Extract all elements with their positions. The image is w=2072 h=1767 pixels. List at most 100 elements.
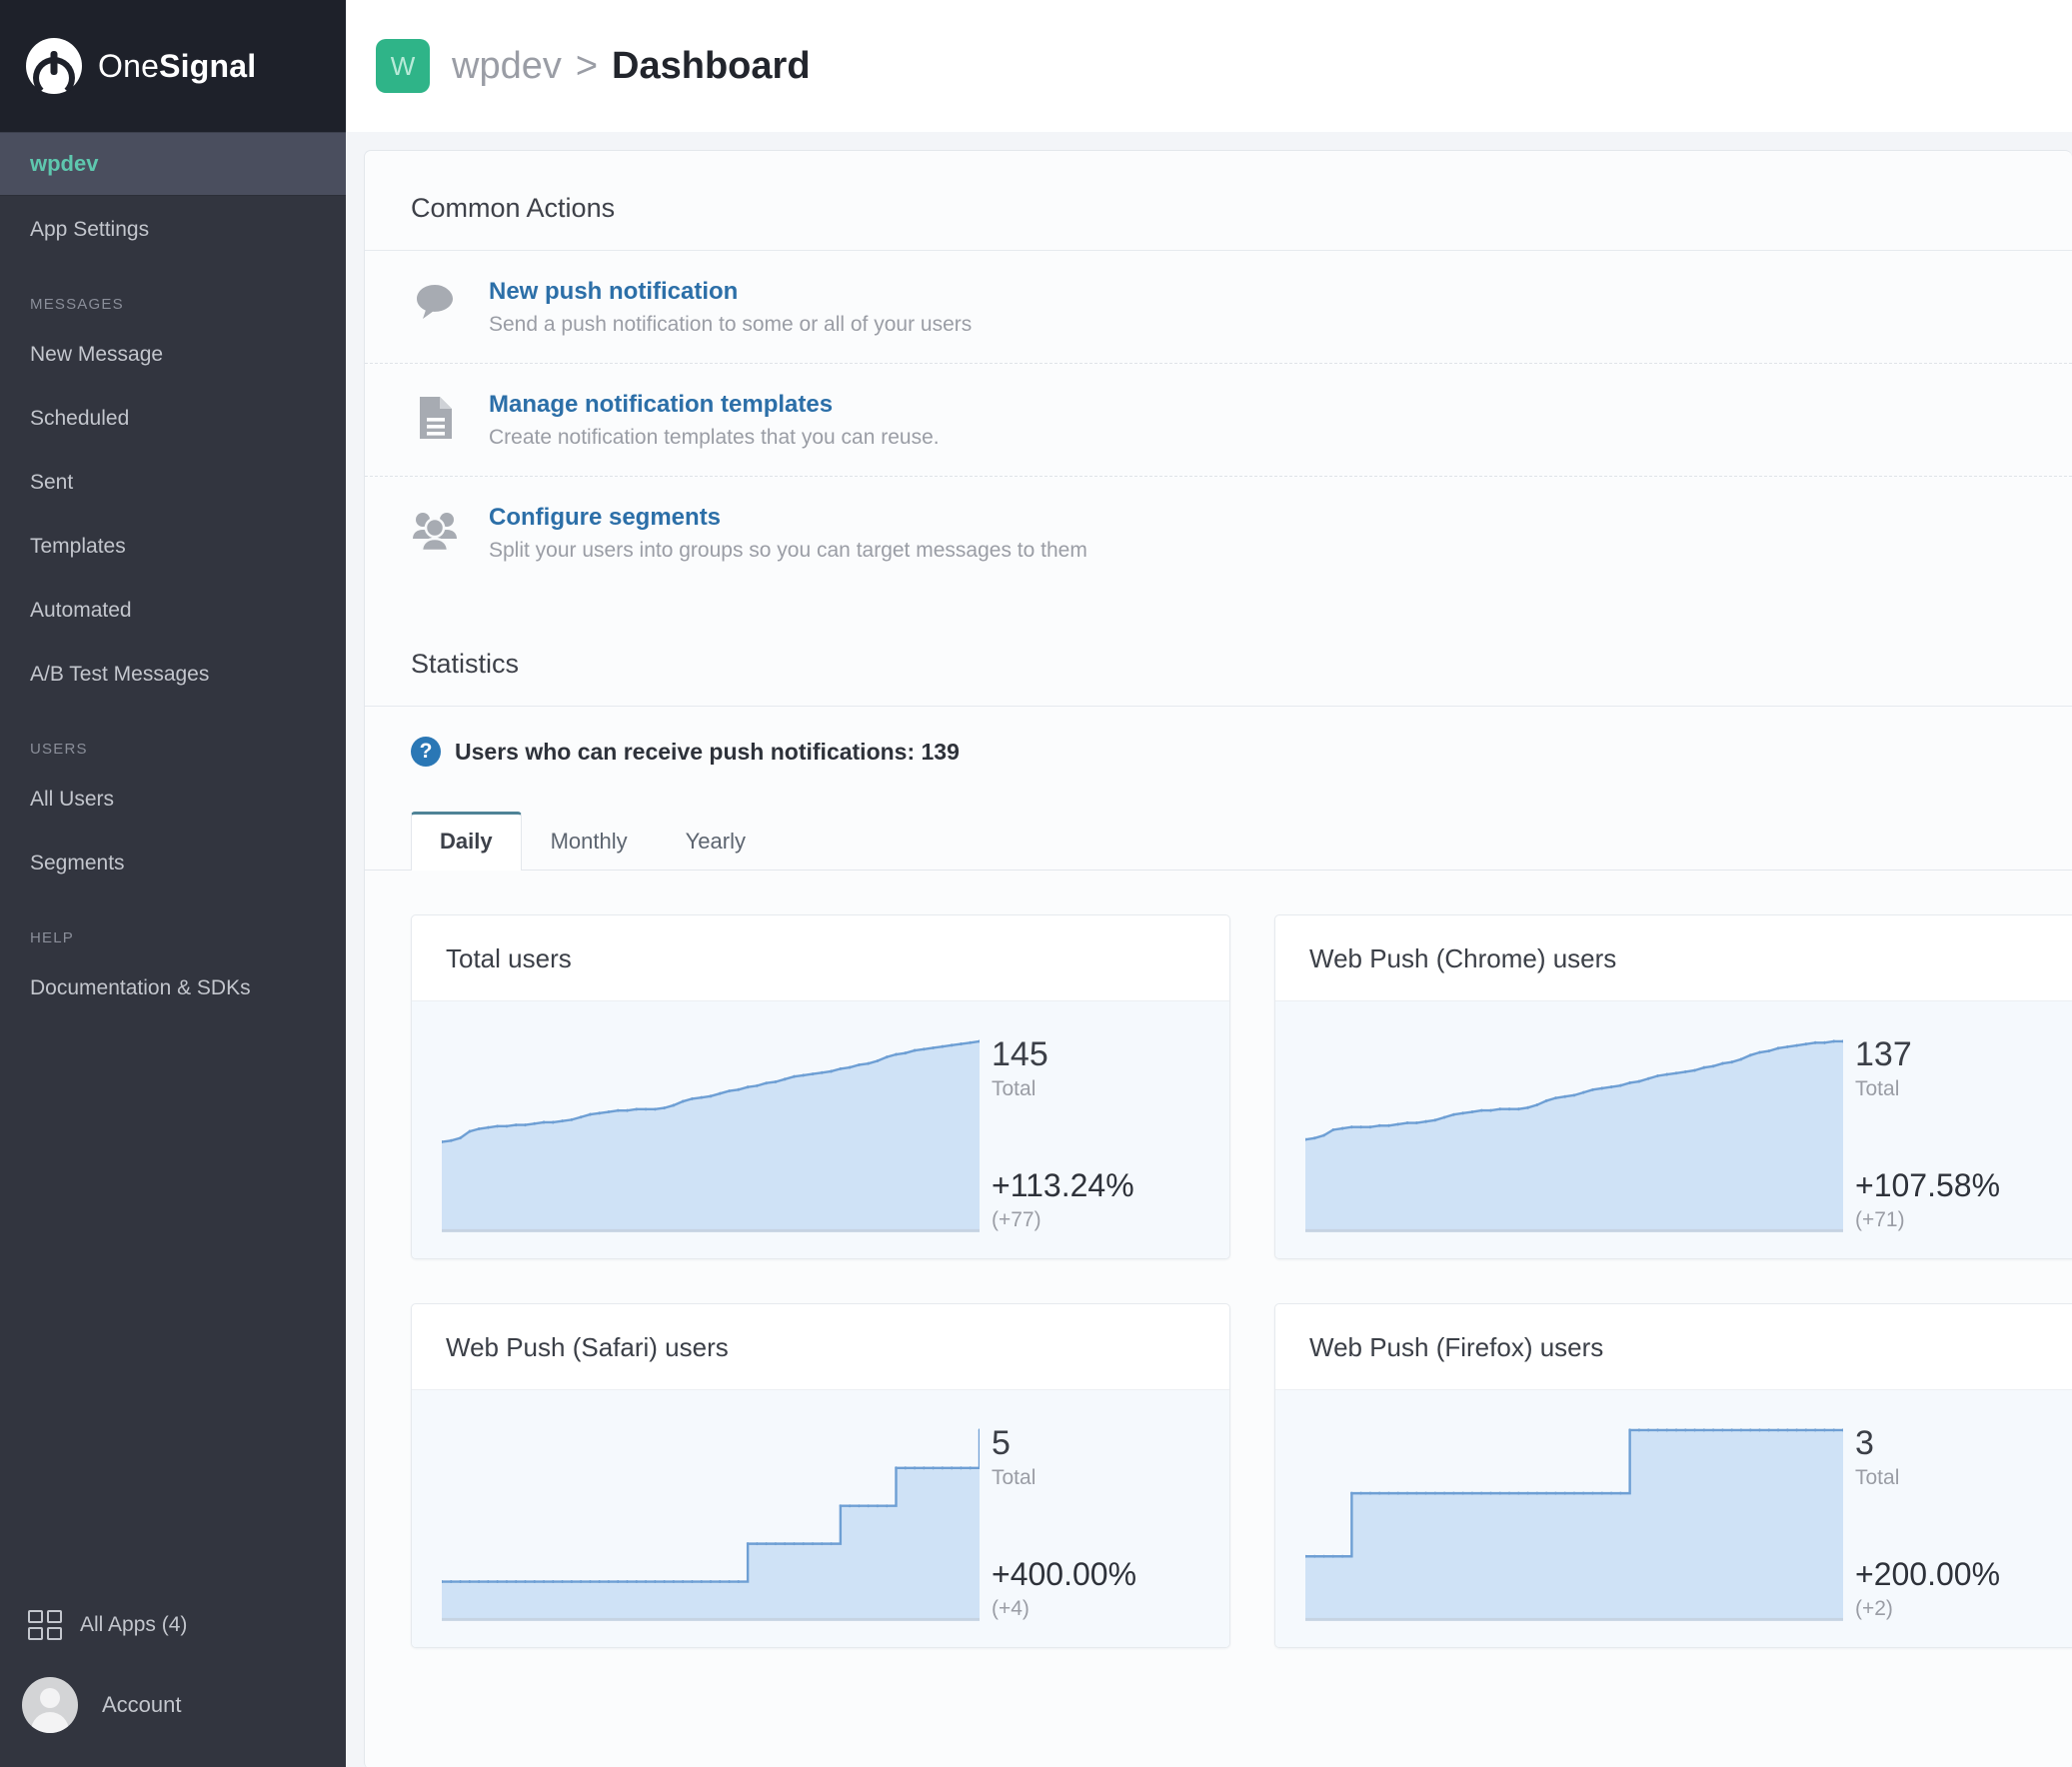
stat-total-value: 3 xyxy=(1855,1424,1874,1462)
sparkline-svg xyxy=(442,1039,980,1236)
stat-card-safari-users: Web Push (Safari) users 5 Total +400.00%… xyxy=(411,1303,1230,1648)
stat-values: 3 Total +200.00% (+2) xyxy=(1843,1390,2072,1647)
stat-card-title: Web Push (Firefox) users xyxy=(1309,1332,1604,1362)
sidebar-item-new-message[interactable]: New Message xyxy=(0,323,346,387)
sidebar-item-label: A/B Test Messages xyxy=(30,663,210,686)
action-description: Split your users into groups so you can … xyxy=(489,539,1087,562)
sidebar-footer: All Apps (4) Account xyxy=(0,1587,346,1767)
sidebar-item-label: New Message xyxy=(30,343,164,366)
push-eligible-users-text: Users who can receive push notifications… xyxy=(455,738,960,765)
sidebar-item-label: Templates xyxy=(30,535,126,558)
stat-card-title: Web Push (Chrome) users xyxy=(1309,943,1617,973)
stat-values: 5 Total +400.00% (+4) xyxy=(980,1390,1229,1647)
action-body: New push notification Send a push notifi… xyxy=(489,277,972,337)
stat-card-body: 5 Total +400.00% (+4) xyxy=(412,1389,1229,1647)
brand-name: OneSignal xyxy=(98,48,256,85)
stat-values: 137 Total +107.58% (+71) xyxy=(1843,1001,2072,1258)
stat-card-title: Web Push (Safari) users xyxy=(446,1332,729,1362)
breadcrumb-app[interactable]: wpdev xyxy=(452,45,562,88)
app-badge: W xyxy=(376,39,430,93)
sidebar-item-current-app[interactable]: wpdev xyxy=(0,132,346,196)
sidebar-item-sent[interactable]: Sent xyxy=(0,451,346,515)
sidebar-item-segments[interactable]: Segments xyxy=(0,832,346,895)
account-label: Account xyxy=(102,1692,182,1717)
action-configure-segments[interactable]: Configure segments Split your users into… xyxy=(365,476,2072,589)
sidebar-item-label: Documentation & SDKs xyxy=(30,976,251,999)
stat-card-body: 3 Total +200.00% (+2) xyxy=(1275,1389,2072,1647)
help-icon[interactable]: ? xyxy=(411,737,441,767)
stat-card-title: Total users xyxy=(446,943,572,973)
action-description: Create notification templates that you c… xyxy=(489,426,940,449)
dashboard-panel: Common Actions New push notification Sen… xyxy=(364,150,2072,1767)
action-title[interactable]: New push notification xyxy=(489,277,972,307)
stat-total-label: Total xyxy=(992,1076,1036,1100)
document-icon xyxy=(411,390,459,440)
sidebar-item-label: All Users xyxy=(30,788,115,811)
stat-percent-change: +107.58% xyxy=(1855,1167,2001,1203)
push-eligible-users-note: ? Users who can receive push notificatio… xyxy=(365,706,2072,767)
sparkline-firefox-users xyxy=(1275,1390,1843,1647)
sidebar-nav: App Settings MESSAGES New Message Schedu… xyxy=(0,196,346,1587)
sidebar-section-help: HELP xyxy=(30,929,74,946)
stat-absolute-change: (+71) xyxy=(1855,1208,1905,1231)
action-title[interactable]: Configure segments xyxy=(489,503,1087,533)
sidebar-item-all-users[interactable]: All Users xyxy=(0,768,346,832)
brand-name-bold: Signal xyxy=(159,47,257,84)
app-initial: W xyxy=(390,50,416,81)
tab-monthly[interactable]: Monthly xyxy=(522,812,657,871)
stat-percent-change: +200.00% xyxy=(1855,1556,2001,1592)
broadcast-icon xyxy=(26,38,82,94)
sparkline-safari-users xyxy=(412,1390,980,1647)
sidebar-item-app-settings[interactable]: App Settings xyxy=(0,198,346,262)
main-area: W wpdev > Dashboard Common Actions New p… xyxy=(346,0,2072,1767)
tab-yearly[interactable]: Yearly xyxy=(657,812,775,871)
sidebar-item-automated[interactable]: Automated xyxy=(0,579,346,643)
sidebar-item-templates[interactable]: Templates xyxy=(0,515,346,579)
sparkline-svg xyxy=(442,1428,980,1625)
sidebar-item-scheduled[interactable]: Scheduled xyxy=(0,387,346,451)
sidebar: OneSignal wpdev App Settings MESSAGES Ne… xyxy=(0,0,346,1767)
sidebar-item-label: Sent xyxy=(30,471,74,494)
content-wrapper: Common Actions New push notification Sen… xyxy=(346,132,2072,1767)
stat-absolute-change: (+77) xyxy=(992,1208,1041,1231)
brand-logo[interactable]: OneSignal xyxy=(0,0,346,132)
stat-absolute-change: (+2) xyxy=(1855,1597,1893,1620)
account-button[interactable]: Account xyxy=(0,1663,346,1747)
sidebar-item-documentation-sdks[interactable]: Documentation & SDKs xyxy=(0,956,346,1020)
stat-total-value: 5 xyxy=(992,1424,1011,1462)
action-manage-notification-templates[interactable]: Manage notification templates Create not… xyxy=(365,363,2072,476)
statistics-section: Statistics ? Users who can receive push … xyxy=(365,589,2072,1648)
action-body: Configure segments Split your users into… xyxy=(489,503,1087,563)
sidebar-item-label: Scheduled xyxy=(30,407,130,430)
tab-daily[interactable]: Daily xyxy=(411,812,522,871)
avatar xyxy=(22,1677,78,1733)
chat-bubble-icon xyxy=(411,277,459,321)
sidebar-item-label: Automated xyxy=(30,599,132,622)
sparkline-chrome-users xyxy=(1275,1001,1843,1258)
stat-card-chrome-users: Web Push (Chrome) users 137 Total +107.5… xyxy=(1274,914,2072,1259)
stat-percent-change: +400.00% xyxy=(992,1556,1137,1592)
people-group-icon xyxy=(411,503,459,551)
all-apps-button[interactable]: All Apps (4) xyxy=(0,1587,346,1663)
stat-card-total-users: Total users 145 Total +113.24% (+77) xyxy=(411,914,1230,1259)
stat-card-body: 145 Total +113.24% (+77) xyxy=(412,1000,1229,1258)
page-title: Dashboard xyxy=(612,44,811,87)
action-title[interactable]: Manage notification templates xyxy=(489,390,940,420)
sidebar-item-ab-test-messages[interactable]: A/B Test Messages xyxy=(0,643,346,707)
action-new-push-notification[interactable]: New push notification Send a push notifi… xyxy=(365,250,2072,363)
breadcrumb-separator: > xyxy=(575,44,599,87)
stat-total-label: Total xyxy=(992,1465,1036,1489)
stat-absolute-change: (+4) xyxy=(992,1597,1030,1620)
stat-card-firefox-users: Web Push (Firefox) users 3 Total +200.00… xyxy=(1274,1303,2072,1648)
sparkline-svg xyxy=(1305,1428,1843,1625)
stat-total-value: 137 xyxy=(1855,1035,1912,1073)
stat-card-body: 137 Total +107.58% (+71) xyxy=(1275,1000,2072,1258)
breadcrumb: wpdev > Dashboard xyxy=(452,45,811,88)
action-description: Send a push notification to some or all … xyxy=(489,313,973,336)
app-root: OneSignal wpdev App Settings MESSAGES Ne… xyxy=(0,0,2072,1767)
sidebar-item-label: Segments xyxy=(30,852,125,875)
action-body: Manage notification templates Create not… xyxy=(489,390,940,450)
statistics-title: Statistics xyxy=(411,649,520,679)
sidebar-item-label: App Settings xyxy=(30,218,150,241)
all-apps-label: All Apps (4) xyxy=(80,1613,188,1636)
